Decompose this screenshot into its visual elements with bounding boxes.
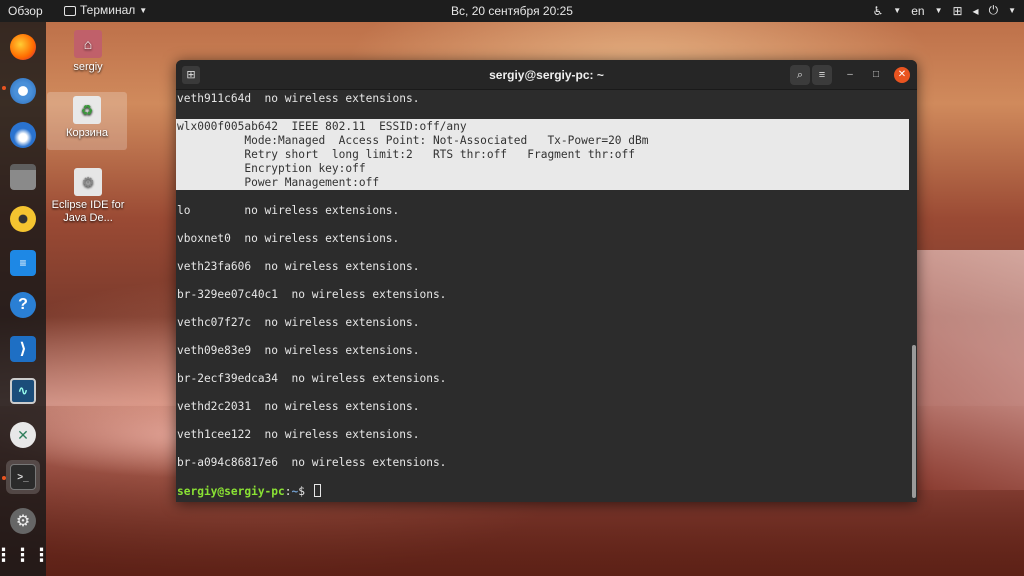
- writer-icon[interactable]: ≡: [6, 246, 40, 280]
- output-line: br-2ecf39edca34 no wireless extensions.: [177, 372, 447, 385]
- help-icon[interactable]: ?: [6, 288, 40, 322]
- output-line: br-a094c86817e6 no wireless extensions.: [177, 456, 447, 469]
- terminal-output[interactable]: veth911c64d no wireless extensions. wlx0…: [176, 90, 911, 502]
- firefox-icon[interactable]: [6, 30, 40, 64]
- rhythmbox-icon[interactable]: [6, 202, 40, 236]
- output-line: vboxnet0 no wireless extensions.: [177, 232, 400, 245]
- desktop-icon-label: Корзина: [66, 127, 108, 139]
- thunderbird-icon[interactable]: [6, 118, 40, 152]
- minimize-icon[interactable]: –: [843, 68, 857, 82]
- wallpaper-mountain: [904, 250, 1024, 490]
- caret-down-icon: ▼: [934, 6, 943, 15]
- prompt-symbol: $: [298, 485, 306, 498]
- scrollbar[interactable]: [911, 90, 917, 502]
- volume-icon[interactable]: ◂: [973, 4, 979, 18]
- output-line: Retry short long limit:2 RTS thr:off Fra…: [177, 148, 636, 161]
- terminal-icon[interactable]: >_: [6, 460, 40, 494]
- output-line: veth1cee122 no wireless extensions.: [177, 428, 420, 441]
- vscode-icon[interactable]: ⟩: [6, 332, 40, 366]
- system-tray[interactable]: ♿ ▼ en ▼ ⊞ ◂ ⏻ ▼: [873, 3, 1016, 18]
- command-prompt[interactable]: sergiy@sergiy-pc:~$: [177, 484, 321, 499]
- output-line: Power Management:off: [177, 176, 380, 189]
- output-line: vethc07f27c no wireless extensions.: [177, 316, 420, 329]
- output-line: veth911c64d no wireless extensions.: [177, 92, 420, 105]
- keyboard-layout[interactable]: en: [911, 4, 924, 18]
- caret-down-icon: ▼: [893, 6, 902, 15]
- terminal-titlebar[interactable]: ⊞ sergiy@sergiy-pc: ~ ⌕ ≡ – □ ✕: [176, 60, 917, 90]
- search-icon[interactable]: ⌕: [790, 65, 810, 85]
- desktop-icon-home[interactable]: ⌂ sergiy: [48, 26, 128, 76]
- desktop-icon-eclipse[interactable]: ⚙ Eclipse IDE for Java De...: [48, 164, 128, 226]
- remmina-icon[interactable]: ✕: [6, 418, 40, 452]
- clock[interactable]: Вс, 20 сентября 20:25: [0, 4, 1024, 18]
- power-icon[interactable]: ⏻: [989, 3, 999, 18]
- files-icon[interactable]: [6, 160, 40, 194]
- output-line: veth09e83e9 no wireless extensions.: [177, 344, 420, 357]
- system-monitor-icon[interactable]: ∿: [6, 374, 40, 408]
- running-indicator: [2, 476, 6, 480]
- eclipse-icon: ⚙: [74, 168, 102, 196]
- scrollbar-thumb[interactable]: [912, 345, 916, 498]
- terminal-window[interactable]: ⊞ sergiy@sergiy-pc: ~ ⌕ ≡ – □ ✕ veth911c…: [176, 60, 917, 502]
- close-icon[interactable]: ✕: [894, 67, 910, 83]
- prompt-user: sergiy@sergiy-pc: [177, 485, 285, 498]
- accessibility-icon[interactable]: ♿: [873, 4, 884, 18]
- desktop-icon-trash[interactable]: ♻ Корзина: [47, 92, 127, 150]
- home-folder-icon: ⌂: [74, 30, 102, 58]
- output-line: veth23fa606 no wireless extensions.: [177, 260, 420, 273]
- maximize-icon[interactable]: □: [869, 68, 883, 82]
- dock: ≡ ? ⟩ ∿ ✕ >_ ⚙ ⋮⋮⋮: [0, 22, 51, 576]
- text-cursor: [313, 484, 321, 497]
- show-apps-icon[interactable]: ⋮⋮⋮: [0, 538, 51, 572]
- output-line: Mode:Managed Access Point: Not-Associate…: [177, 134, 649, 147]
- output-line: br-329ee07c40c1 no wireless extensions.: [177, 288, 447, 301]
- chromium-icon[interactable]: [6, 74, 40, 108]
- output-line: Encryption key:off: [177, 162, 366, 175]
- caret-down-icon: ▼: [1008, 6, 1016, 15]
- output-line: wlx000f005ab642 IEEE 802.11 ESSID:off/an…: [177, 120, 467, 133]
- hamburger-menu-icon[interactable]: ≡: [812, 65, 832, 85]
- output-line: lo no wireless extensions.: [177, 204, 400, 217]
- top-bar: Обзор Терминал ▼ Вс, 20 сентября 20:25 ♿…: [0, 0, 1024, 22]
- network-icon[interactable]: ⊞: [952, 4, 962, 18]
- trash-icon: ♻: [73, 96, 101, 124]
- desktop-icon-label: sergiy: [73, 61, 103, 73]
- prompt-separator: :: [284, 485, 292, 498]
- desktop-icon-label: Eclipse IDE for Java De...: [51, 199, 125, 224]
- settings-icon[interactable]: ⚙: [6, 504, 40, 538]
- output-line: vethd2c2031 no wireless extensions.: [177, 400, 420, 413]
